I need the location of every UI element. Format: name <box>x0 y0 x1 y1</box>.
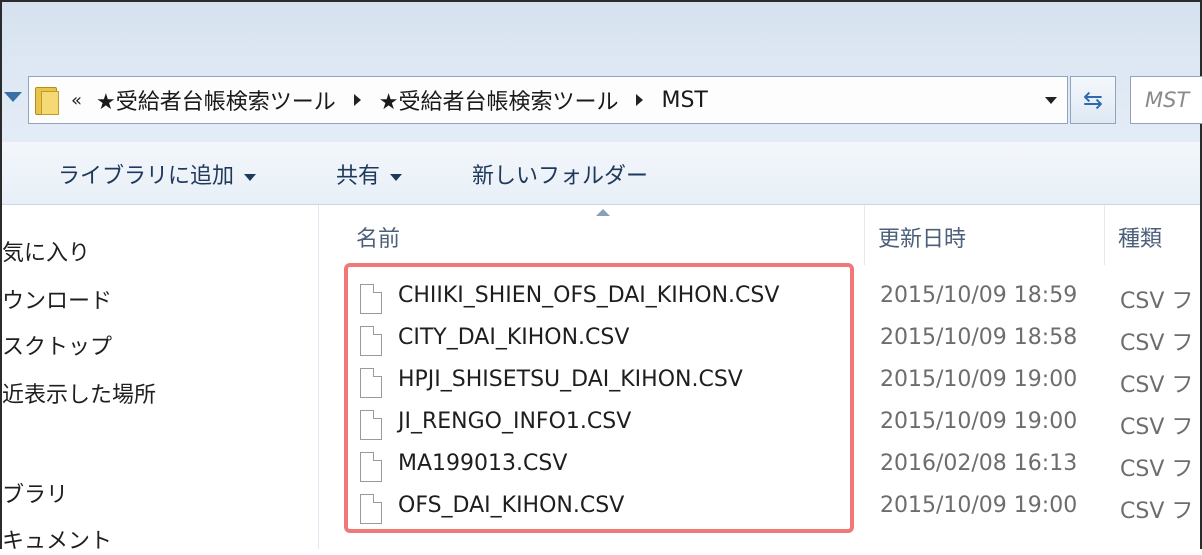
share-label: 共有 <box>336 164 381 189</box>
refresh-icon: ⇆ <box>1082 86 1104 114</box>
breadcrumb-item-2[interactable]: ★受給者台帳検索ツール <box>379 84 619 116</box>
chevron-right-icon[interactable] <box>636 94 644 106</box>
file-date: 2015/10/09 19:00 <box>880 493 1078 518</box>
file-date: 2015/10/09 18:59 <box>880 283 1078 308</box>
breadcrumb-item-1[interactable]: ★受給者台帳検索ツール <box>96 84 336 116</box>
navigation-pane: 気に入り ウンロード スクトップ 近表示した場所 ブラリ キュメント <box>2 205 319 554</box>
column-header-date[interactable]: 更新日時 <box>878 221 966 253</box>
nav-item-documents[interactable]: キュメント <box>2 523 112 555</box>
column-header-type[interactable]: 種類 <box>1118 221 1162 253</box>
file-type: CSV フ <box>1120 289 1194 314</box>
file-type: CSV フ <box>1120 331 1194 356</box>
file-date: 2015/10/09 18:58 <box>880 325 1078 350</box>
file-type: CSV フ <box>1120 373 1194 398</box>
column-header-name[interactable]: 名前 <box>356 221 400 253</box>
search-input[interactable]: MST <box>1130 76 1202 124</box>
file-type: CSV フ <box>1120 499 1194 524</box>
breadcrumb-overflow[interactable]: « <box>71 90 82 111</box>
nav-dropdown-icon[interactable] <box>4 92 22 102</box>
chevron-down-icon <box>390 173 403 181</box>
add-to-library-button[interactable]: ライブラリに追加 <box>58 158 257 190</box>
nav-item-libraries[interactable]: ブラリ <box>2 477 68 509</box>
add-to-library-label: ライブラリに追加 <box>58 164 235 189</box>
nav-item-recent-places[interactable]: 近表示した場所 <box>2 377 156 409</box>
file-type: CSV フ <box>1120 415 1194 440</box>
folder-icon <box>33 85 59 115</box>
file-date: 2016/02/08 16:13 <box>880 451 1078 476</box>
highlight-annotation <box>344 263 854 533</box>
address-bar[interactable]: « ★受給者台帳検索ツール ★受給者台帳検索ツール MST <box>28 76 1068 124</box>
sort-ascending-icon <box>596 209 610 216</box>
breadcrumb-item-3[interactable]: MST <box>661 88 707 113</box>
file-type: CSV フ <box>1120 457 1194 482</box>
share-button[interactable]: 共有 <box>336 158 403 190</box>
nav-item-desktop[interactable]: スクトップ <box>2 329 112 361</box>
chevron-right-icon[interactable] <box>353 94 361 106</box>
column-divider[interactable] <box>1104 205 1105 265</box>
address-history-dropdown-icon[interactable] <box>1045 97 1057 104</box>
command-bar: ライブラリに追加 共有 新しいフォルダー <box>2 142 1200 205</box>
file-date: 2015/10/09 19:00 <box>880 409 1078 434</box>
nav-item-favorites[interactable]: 気に入り <box>2 235 90 267</box>
chevron-down-icon <box>244 173 257 181</box>
column-divider[interactable] <box>864 205 865 265</box>
nav-item-downloads[interactable]: ウンロード <box>2 283 112 315</box>
refresh-button[interactable]: ⇆ <box>1070 76 1116 124</box>
file-date: 2015/10/09 19:00 <box>880 367 1078 392</box>
new-folder-button[interactable]: 新しいフォルダー <box>472 158 648 190</box>
